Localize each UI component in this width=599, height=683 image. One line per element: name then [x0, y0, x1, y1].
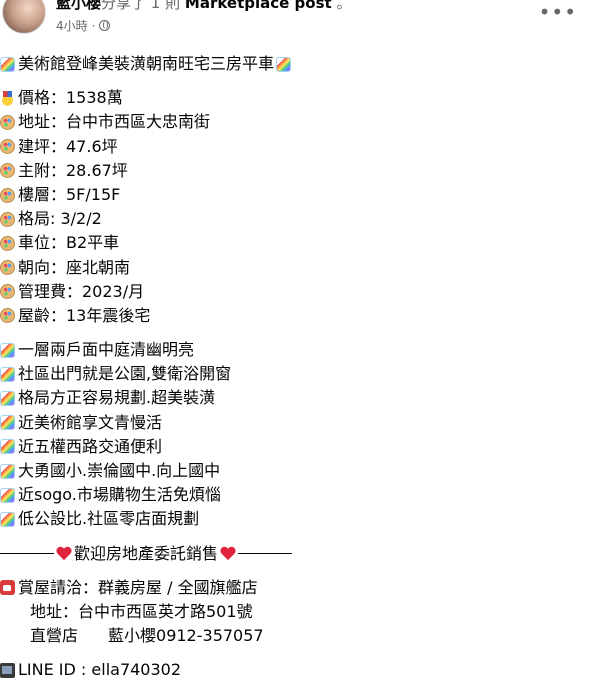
feature-text: 大勇國小.崇倫國中.向上國中 — [18, 461, 221, 480]
spec-text: 格局: 3/2/2 — [18, 209, 102, 229]
rainbow-icon — [0, 439, 15, 455]
address-text: 地址：台中市西區英才路501號 — [30, 601, 253, 621]
spec-item: 車位：B2平車 — [0, 231, 599, 255]
welcome-banner: 歡迎房地產委託銷售 — [0, 542, 599, 566]
feature-text: 近美術館享文青慢活 — [18, 412, 163, 432]
share-text: 分享了 1 則 — [101, 0, 181, 12]
spec-item: 主附：28.67坪 — [0, 159, 599, 183]
spec-text: 價格：1538萬 — [18, 88, 123, 108]
agent-line: 直營店 藍小櫻0912-357057 — [0, 624, 599, 648]
spec-item: 屋齡：13年震後宅 — [0, 304, 599, 328]
agent-text: 藍小櫻0912-357057 — [108, 626, 264, 646]
share-dot: 。 — [336, 0, 352, 12]
rainbow-icon — [0, 511, 15, 527]
line-id-text: LINE ID : ella740302 — [18, 660, 182, 680]
spec-item: 價格：1538萬 — [0, 86, 599, 110]
spec-text: 屋齡：13年震後宅 — [18, 305, 151, 325]
divider-rule — [0, 553, 54, 555]
spec-text: 主附：28.67坪 — [18, 160, 128, 180]
globe-icon — [99, 20, 111, 31]
feature-item: 一層兩戶面中庭清幽明亮 — [0, 338, 599, 362]
contact-text: 賞屋請洽：群義房屋 / 全國旗艦店 — [18, 577, 258, 597]
feature-item: 近五權西路交通便利 — [0, 435, 599, 459]
telephone-icon — [0, 580, 15, 596]
author-name[interactable]: 藍小櫻 — [56, 0, 101, 12]
avatar[interactable] — [2, 0, 46, 34]
line-id-line: LINE ID : ella740302 — [0, 658, 599, 682]
rainbow-icon — [0, 366, 15, 382]
feature-text: 一層兩戶面中庭清幽明亮 — [18, 340, 195, 360]
palette-icon — [0, 187, 15, 203]
rainbow-icon — [0, 391, 15, 407]
rainbow-icon — [0, 342, 15, 358]
feature-item: 低公設比.社區零店面規劃 — [0, 507, 599, 531]
spec-text: 朝向：座北朝南 — [18, 257, 131, 277]
spec-text: 管理費：2023/月 — [18, 281, 145, 301]
post-author-line: 藍小櫻分享了 1 則 Marketplace post 。 — [56, 0, 351, 13]
feature-text: 近五權西路交通便利 — [18, 436, 163, 456]
spec-text: 建坪：47.6坪 — [18, 136, 118, 156]
spec-text: 車位：B2平車 — [18, 233, 120, 253]
more-options-button[interactable]: ••• — [539, 2, 577, 22]
address-line: 地址：台中市西區英才路501號 — [0, 600, 599, 624]
divider-rule — [238, 553, 293, 555]
contact-line: 賞屋請洽：群義房屋 / 全國旗艦店 — [0, 576, 599, 600]
heart-icon — [56, 546, 72, 562]
post-time[interactable]: 4小時 — [56, 17, 88, 34]
palette-icon — [0, 114, 15, 130]
meta-separator: · — [91, 18, 96, 33]
palette-icon — [0, 163, 15, 179]
feature-item: 近sogo.市場購物生活免煩惱 — [0, 483, 599, 507]
feature-text: 社區出門就是公園,雙衛浴開窗 — [18, 364, 232, 384]
palette-icon — [0, 284, 15, 300]
spec-item: 朝向：座北朝南 — [0, 256, 599, 280]
rainbow-icon — [0, 56, 15, 72]
feature-text: 格局方正容易規劃.超美裝潢 — [18, 388, 216, 408]
feature-item: 大勇國小.崇倫國中.向上國中 — [0, 459, 599, 483]
post-meta: 4小時 · — [56, 17, 111, 34]
palette-icon — [0, 211, 15, 227]
palette-icon — [0, 308, 15, 324]
rainbow-icon — [0, 463, 15, 479]
welcome-text: 歡迎房地產委託銷售 — [74, 543, 219, 563]
feature-item: 社區出門就是公園,雙衛浴開窗 — [0, 362, 599, 386]
post-header: 藍小櫻分享了 1 則 Marketplace post 。 4小時 · ••• — [0, 0, 599, 44]
spec-item: 樓層：5F/15F — [0, 183, 599, 207]
palette-icon — [0, 260, 15, 276]
store-text: 直營店 — [30, 626, 79, 646]
rainbow-icon — [0, 415, 15, 431]
feature-item: 格局方正容易規劃.超美裝潢 — [0, 386, 599, 410]
spec-list: 價格：1538萬 地址：台中市西區大忠南街 建坪：47.6坪 主附：28.67坪… — [0, 86, 599, 328]
spec-item: 格局: 3/2/2 — [0, 207, 599, 231]
palette-icon — [0, 139, 15, 155]
feature-text: 近sogo.市場購物生活免煩惱 — [18, 485, 221, 505]
spec-text: 地址：台中市西區大忠南街 — [18, 112, 211, 132]
spec-text: 樓層：5F/15F — [18, 184, 121, 204]
spec-item: 地址：台中市西區大忠南街 — [0, 110, 599, 134]
medal-icon — [0, 90, 15, 106]
heart-icon — [220, 546, 236, 562]
listing-title: 美術館登峰美裝潢朝南旺宅三房平車 — [0, 52, 599, 76]
feature-list: 一層兩戶面中庭清幽明亮 社區出門就是公園,雙衛浴開窗 格局方正容易規劃.超美裝潢… — [0, 338, 599, 532]
spec-item: 管理費：2023/月 — [0, 280, 599, 304]
feature-item: 近美術館享文青慢活 — [0, 411, 599, 435]
post-body: 美術館登峰美裝潢朝南旺宅三房平車 價格：1538萬 地址：台中市西區大忠南街 建… — [0, 52, 599, 683]
spec-item: 建坪：47.6坪 — [0, 135, 599, 159]
listing-title-text: 美術館登峰美裝潢朝南旺宅三房平車 — [18, 54, 275, 73]
palette-icon — [0, 235, 15, 251]
feature-text: 低公設比.社區零店面規劃 — [18, 509, 200, 529]
rainbow-icon — [276, 56, 292, 72]
marketplace-link[interactable]: Marketplace post — [185, 0, 332, 12]
rainbow-icon — [0, 487, 15, 503]
